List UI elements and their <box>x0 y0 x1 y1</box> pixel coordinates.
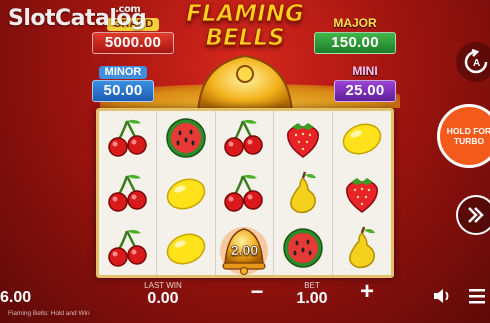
cherry-icon <box>224 120 264 158</box>
mini-label: MINI <box>352 64 378 78</box>
last-win-label: LAST WIN <box>144 281 182 290</box>
cherry-symbol <box>216 166 273 221</box>
strawberry-symbol <box>274 111 331 166</box>
menu-icon[interactable] <box>466 285 488 307</box>
game-name: Flaming Bells: Hold and Win <box>8 310 90 317</box>
last-win-value: 0.00 <box>147 290 179 307</box>
bottom-bar: 6.00 Flaming Bells: Hold and Win LAST WI… <box>0 279 490 323</box>
lemon-symbol <box>333 111 391 166</box>
pear-icon <box>348 226 375 268</box>
logo-line-1: FLAMING <box>186 1 305 27</box>
increase-bet-button[interactable]: + <box>356 280 378 304</box>
pear-symbol <box>333 220 391 275</box>
reel-column: 2.00 <box>216 111 275 275</box>
strawberry-symbol <box>333 166 391 221</box>
svg-text:A: A <box>473 58 480 69</box>
bet-value: 1.00 <box>296 290 328 307</box>
pear-symbol <box>274 166 331 221</box>
logo-line-2: BELLS <box>205 25 285 51</box>
hold-for-turbo-button[interactable]: HOLD FOR TURBO <box>437 104 490 168</box>
reel-column <box>157 111 216 275</box>
lemon-icon <box>166 178 206 210</box>
cherry-symbol <box>99 111 156 166</box>
lemon-symbol <box>157 220 214 275</box>
reel-column <box>333 111 391 275</box>
minor-label: MINOR <box>98 66 148 79</box>
mini-value: 25.00 <box>334 80 396 102</box>
reel-column <box>99 111 158 275</box>
watermelon-symbol <box>274 220 331 275</box>
cherry-icon <box>107 174 147 212</box>
decrease-bet-button[interactable]: − <box>246 281 268 303</box>
minor-value: 50.00 <box>92 80 154 102</box>
cherry-icon <box>107 229 147 267</box>
cherry-icon <box>107 120 147 158</box>
lemon-icon <box>166 233 206 265</box>
spin-icon <box>468 207 484 223</box>
sound-icon[interactable] <box>432 287 452 305</box>
balance-value: 6.00 <box>0 289 32 306</box>
autoplay-button[interactable]: A <box>456 42 490 82</box>
watermelon-symbol <box>157 111 214 166</box>
bet-label: BET <box>304 281 320 290</box>
strawberry-icon <box>345 177 378 213</box>
cherry-symbol <box>216 111 273 166</box>
mini-jackpot: MINI 25.00 <box>334 62 396 102</box>
watermelon-icon <box>166 118 206 159</box>
lemon-symbol <box>157 166 214 221</box>
hold-label-1: HOLD FOR <box>446 126 490 136</box>
reel-column <box>274 111 333 275</box>
spin-button[interactable] <box>456 195 490 235</box>
game-logo: FLAMING BELLS <box>182 2 308 62</box>
lemon-icon <box>342 123 382 155</box>
hold-label-2: TURBO <box>453 136 485 146</box>
pear-icon <box>290 171 316 214</box>
strawberry-icon <box>286 123 319 159</box>
reel-grid: 2.00 <box>96 108 394 278</box>
watermark-domain: .com <box>115 4 141 15</box>
major-jackpot: MAJOR 150.00 <box>314 14 396 54</box>
cherry-icon <box>224 174 264 212</box>
watermelon-icon <box>283 227 323 268</box>
bell-symbol: 2.00 <box>216 220 273 275</box>
slotcatalog-watermark: SlotCatalog .com <box>8 4 147 31</box>
minor-jackpot: MINOR 50.00 <box>92 62 154 102</box>
bell-value: 2.00 <box>230 242 259 259</box>
cherry-symbol <box>99 220 156 275</box>
major-label: MAJOR <box>333 16 377 30</box>
grand-value: 5000.00 <box>92 32 174 54</box>
major-value: 150.00 <box>314 32 396 54</box>
autoplay-icon: A <box>464 49 488 74</box>
cherry-symbol <box>99 166 156 221</box>
